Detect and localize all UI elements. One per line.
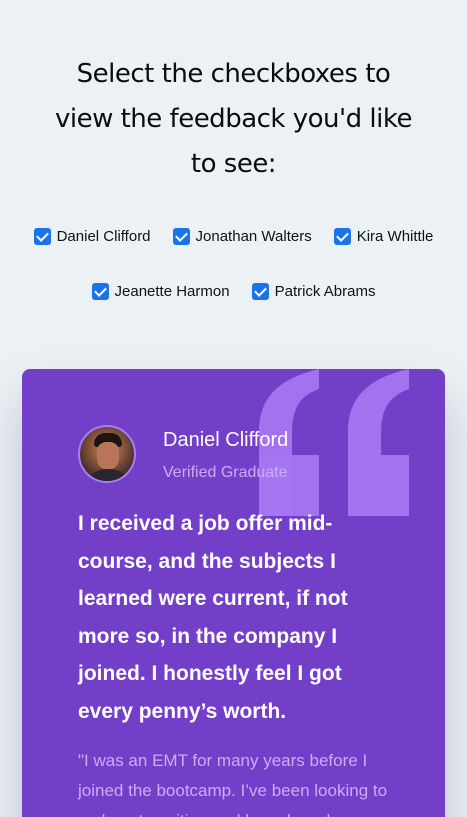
checkbox-label: Jonathan Walters: [195, 227, 312, 245]
filter-row-2: Jeanette Harmon Patrick Abrams: [0, 281, 467, 301]
checkbox-checked-icon[interactable]: [33, 227, 51, 245]
filter-row-1: Daniel Clifford Jonathan Walters Kira Wh…: [0, 226, 467, 246]
checkbox-kira-whittle[interactable]: Kira Whittle: [333, 227, 434, 245]
checkbox-jeanette-harmon[interactable]: Jeanette Harmon: [91, 282, 230, 300]
checkbox-label: Daniel Clifford: [56, 227, 151, 245]
checkbox-checked-icon[interactable]: [251, 282, 269, 300]
checkbox-checked-icon[interactable]: [91, 282, 109, 300]
checkbox-label: Jeanette Harmon: [114, 282, 230, 300]
checkbox-checked-icon[interactable]: [172, 227, 190, 245]
testimonial-card: Daniel Clifford Verified Graduate I rece…: [22, 369, 445, 817]
checkbox-jonathan-walters[interactable]: Jonathan Walters: [172, 227, 312, 245]
testimonial-headline: I received a job offer mid-course, and t…: [78, 512, 348, 723]
checkbox-patrick-abrams[interactable]: Patrick Abrams: [251, 282, 376, 300]
filter-checkboxes: Daniel Clifford Jonathan Walters Kira Wh…: [0, 226, 467, 336]
testimonial-name: Daniel Clifford: [163, 429, 289, 451]
checkbox-label: Kira Whittle: [356, 227, 434, 245]
checkbox-daniel-clifford[interactable]: Daniel Clifford: [33, 227, 151, 245]
checkbox-checked-icon[interactable]: [333, 227, 351, 245]
testimonial-body: "I was an EMT for many years before I jo…: [78, 751, 388, 817]
testimonial-role: Verified Graduate: [163, 464, 288, 481]
avatar: [78, 425, 136, 483]
checkbox-label: Patrick Abrams: [274, 282, 376, 300]
page-heading: Select the checkboxes to view the feedba…: [54, 59, 413, 179]
